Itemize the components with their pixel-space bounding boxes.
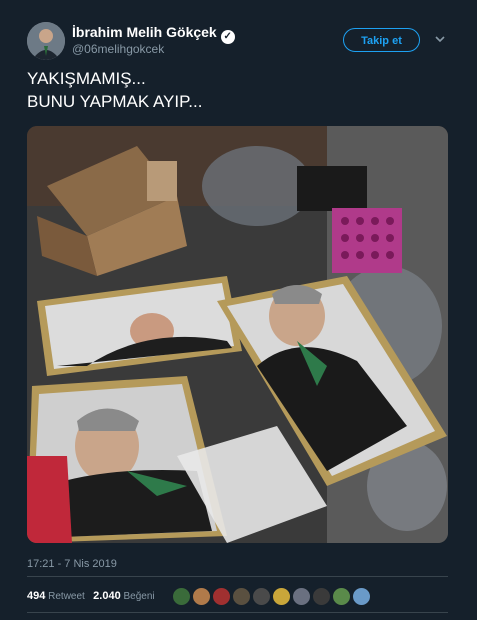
user-handle[interactable]: @06melihgokcek [72, 42, 164, 56]
tweet-text-line-2: BUNU YAPMAK AYIP... [27, 92, 203, 111]
liker-avatar[interactable] [232, 587, 251, 606]
tweet-text-line-1: YAKIŞMAMIŞ... [27, 69, 146, 88]
chevron-down-icon[interactable] [434, 33, 446, 45]
liker-avatar[interactable] [292, 587, 311, 606]
user-name[interactable]: İbrahim Melih Gökçek ✓ [72, 24, 235, 44]
tweet-stats: 494 Retweet 2.040 Beğeni [27, 590, 155, 602]
tweet-card: İbrahim Melih Gökçek ✓ @06melihgokcek Tak… [0, 0, 477, 620]
liker-avatar[interactable] [252, 587, 271, 606]
tweet-photo[interactable] [27, 126, 448, 543]
liker-avatar[interactable] [272, 587, 291, 606]
user-avatar[interactable] [27, 22, 65, 60]
liker-avatar[interactable] [312, 587, 331, 606]
retweet-label[interactable]: Retweet [48, 591, 85, 602]
liker-avatar[interactable] [332, 587, 351, 606]
verified-badge-icon: ✓ [220, 30, 235, 44]
divider-top [27, 576, 448, 577]
liker-avatar[interactable] [192, 587, 211, 606]
liker-avatar[interactable] [212, 587, 231, 606]
liker-avatar[interactable] [352, 587, 371, 606]
divider-bottom [27, 612, 448, 613]
liker-avatar[interactable] [172, 587, 191, 606]
tweet-text: YAKIŞMAMIŞ... BUNU YAPMAK AYIP... [27, 67, 447, 113]
follow-button[interactable]: Takip et [343, 28, 420, 52]
photo-discarded-portraits [27, 126, 448, 543]
retweet-count[interactable]: 494 [27, 590, 45, 602]
liker-avatars [172, 587, 372, 606]
tweet-timestamp[interactable]: 17:21 - 7 Nis 2019 [27, 558, 117, 570]
like-label[interactable]: Beğeni [123, 591, 154, 602]
user-name-text[interactable]: İbrahim Melih Gökçek [72, 24, 217, 40]
like-count[interactable]: 2.040 [93, 590, 121, 602]
